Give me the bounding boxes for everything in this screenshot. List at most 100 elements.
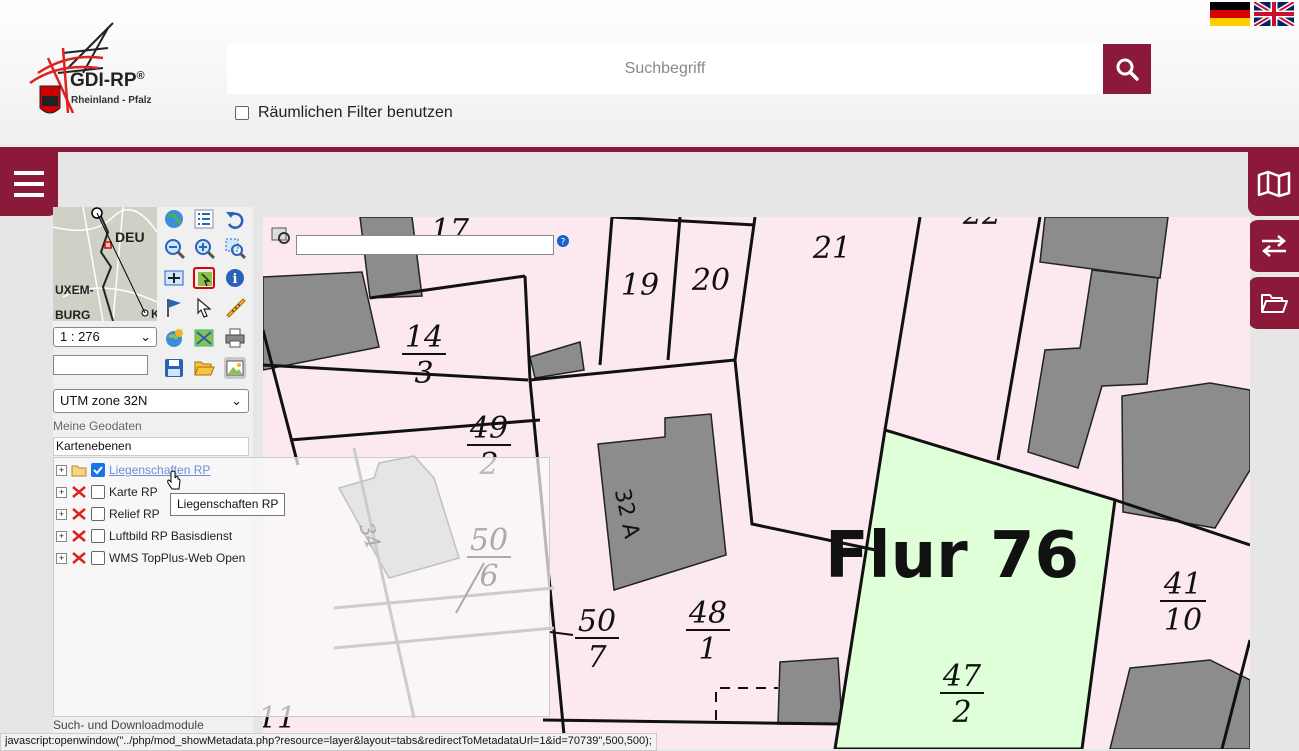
measure-icon[interactable] xyxy=(224,296,246,318)
feature-info-icon[interactable] xyxy=(193,267,215,289)
zoom-box-icon[interactable] xyxy=(224,237,246,259)
scale-select[interactable]: 1 : 276 ⌄ xyxy=(53,327,157,347)
map-layers-heading[interactable]: Kartenebenen xyxy=(53,437,249,456)
unavailable-icon xyxy=(72,530,86,542)
open-folder-icon[interactable] xyxy=(193,357,215,379)
map-tools-icon[interactable] xyxy=(193,327,215,349)
swap-tab-button[interactable] xyxy=(1248,220,1299,272)
folder-icon xyxy=(71,465,87,477)
search-download-heading[interactable]: Such- und Downloadmodule xyxy=(53,718,204,732)
expand-icon[interactable]: + xyxy=(56,530,67,542)
map-tab-button[interactable] xyxy=(1248,152,1299,216)
overview-label-burg: BURG xyxy=(55,308,91,321)
menu-button[interactable] xyxy=(0,152,58,216)
parcel-14-3-bottom: 3 xyxy=(414,356,433,391)
layer-item[interactable]: + Relief RP xyxy=(56,504,160,524)
logo-subtitle: Rheinland - Pfalz xyxy=(71,95,152,106)
parcel-20-label: 20 xyxy=(691,263,730,298)
folder-tab-button[interactable] xyxy=(1248,277,1299,329)
uk-flag-icon[interactable] xyxy=(1254,2,1294,26)
map-ghost-overlay: 34 50 6 xyxy=(334,448,554,718)
full-extent-icon[interactable] xyxy=(163,267,185,289)
hamburger-icon xyxy=(14,171,44,197)
expand-icon[interactable]: + xyxy=(56,508,67,520)
search-input[interactable] xyxy=(227,44,1103,94)
layer-label[interactable]: Liegenschaften RP xyxy=(109,463,210,477)
spatial-filter-label: Räumlichen Filter benutzen xyxy=(258,104,453,121)
spatial-filter-checkbox[interactable] xyxy=(235,106,249,120)
wms-add-icon[interactable] xyxy=(163,327,185,349)
layer-item[interactable]: + Luftbild RP Basisdienst xyxy=(56,526,232,546)
layer-tree: + Liegenschaften RP + Karte RP + Relief … xyxy=(53,448,554,718)
unavailable-icon xyxy=(72,508,86,520)
flag-marker-icon[interactable] xyxy=(163,296,185,318)
parcel-50-7-bottom: 7 xyxy=(587,640,607,675)
layer-label[interactable]: Karte RP xyxy=(109,485,158,499)
coordinate-input[interactable] xyxy=(53,355,148,375)
parcel-22-label: 22 xyxy=(962,217,1001,232)
zoom-in-icon[interactable] xyxy=(193,237,215,259)
projection-select[interactable]: UTM zone 32N ⌄ xyxy=(53,389,249,413)
parcel-41-10-top: 41 xyxy=(1163,567,1202,602)
hand-cursor-icon xyxy=(167,470,181,490)
layer-checkbox[interactable] xyxy=(91,551,105,565)
status-bar: javascript:openwindow("../php/mod_showMe… xyxy=(0,733,657,751)
parcel-41-10-bottom: 10 xyxy=(1164,603,1202,638)
header-divider xyxy=(0,147,1299,152)
parcel-19-label: 19 xyxy=(621,268,659,303)
info-icon[interactable]: i xyxy=(224,267,246,289)
layer-item[interactable]: + Liegenschaften RP xyxy=(56,460,210,480)
select-pointer-icon[interactable] xyxy=(193,296,215,318)
layer-list-icon[interactable] xyxy=(193,208,215,230)
expand-icon[interactable]: + xyxy=(56,552,67,564)
map-search-input[interactable] xyxy=(296,235,554,255)
layer-label[interactable]: Relief RP xyxy=(109,507,160,521)
parcel-21-label: 21 xyxy=(812,231,851,266)
overview-label-uxem: UXEM- xyxy=(55,283,94,297)
undo-icon[interactable] xyxy=(224,208,246,230)
map-search-tool-icon[interactable] xyxy=(270,226,294,248)
print-icon[interactable] xyxy=(224,327,246,349)
overview-label-deu: DEU xyxy=(115,229,145,245)
search-button[interactable] xyxy=(1103,44,1151,94)
parcel-50-7-top: 50 xyxy=(578,604,616,639)
layer-item[interactable]: + Karte RP xyxy=(56,482,158,502)
swap-arrows-icon xyxy=(1261,235,1286,257)
logo-title: GDI-RP® xyxy=(70,70,145,91)
gdi-rp-logo[interactable]: GDI-RP® Rheinland - Pfalz xyxy=(28,18,188,128)
parcel-50-6-top: 50 xyxy=(470,523,508,558)
map-icon xyxy=(1257,170,1290,198)
svg-text:?: ? xyxy=(561,238,566,248)
my-geodata-heading[interactable]: Meine Geodaten xyxy=(53,419,142,433)
chevron-down-icon: ⌄ xyxy=(231,393,242,408)
layer-checkbox[interactable] xyxy=(91,463,105,477)
layer-label[interactable]: WMS TopPlus-Web Open xyxy=(109,551,245,565)
layer-checkbox[interactable] xyxy=(91,485,105,499)
folder-open-icon xyxy=(1260,294,1288,313)
unavailable-icon xyxy=(72,552,86,564)
expand-icon[interactable]: + xyxy=(56,464,67,476)
svg-text:i: i xyxy=(233,272,238,287)
help-icon[interactable]: ? xyxy=(557,235,569,247)
globe-icon[interactable] xyxy=(163,208,185,230)
search-icon xyxy=(1116,58,1139,81)
overview-label-ka: Ka xyxy=(151,307,157,321)
save-icon[interactable] xyxy=(163,357,185,379)
unavailable-icon xyxy=(72,486,86,498)
german-flag-icon[interactable] xyxy=(1210,2,1250,26)
overview-map-canvas xyxy=(53,207,157,321)
chevron-down-icon: ⌄ xyxy=(140,329,151,344)
layer-checkbox[interactable] xyxy=(91,507,105,521)
overview-map[interactable]: DEU UXEM- BURG Ka xyxy=(53,207,157,321)
parcel-47-2-bottom: 2 xyxy=(951,695,971,730)
spatial-filter[interactable]: Räumlichen Filter benutzen xyxy=(235,104,453,122)
layer-label[interactable]: Luftbild RP Basisdienst xyxy=(109,529,232,543)
layer-checkbox[interactable] xyxy=(91,529,105,543)
parcel-48-1-top: 48 xyxy=(688,596,727,631)
zoom-out-icon[interactable] xyxy=(163,237,185,259)
expand-icon[interactable]: + xyxy=(56,486,67,498)
layer-item[interactable]: + WMS TopPlus-Web Open xyxy=(56,548,245,568)
parcel-14-3-top: 14 xyxy=(405,320,443,355)
header: GDI-RP® Rheinland - Pfalz Räumlichen Fil… xyxy=(0,0,1299,147)
image-export-icon[interactable] xyxy=(224,357,246,379)
